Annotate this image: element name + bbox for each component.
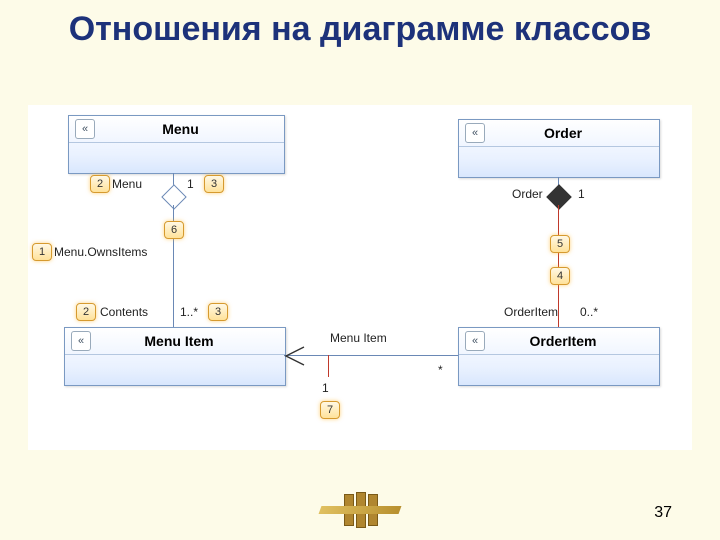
class-menu[interactable]: « Menu <box>68 115 285 174</box>
connector <box>558 205 559 327</box>
diagram-canvas: « Menu « Order « Menu Item « Orde <box>28 105 692 450</box>
role-label: Contents <box>100 305 148 319</box>
callout-6: 6 <box>164 221 184 239</box>
chevron-icon[interactable]: « <box>465 331 485 351</box>
class-menu-item[interactable]: « Menu Item <box>64 327 286 386</box>
callout-2b: 2 <box>76 303 96 321</box>
connector <box>328 355 329 377</box>
class-name: Menu Item <box>97 333 285 349</box>
page-number: 37 <box>654 504 672 522</box>
multiplicity-label: 1 <box>578 187 585 201</box>
class-order-item[interactable]: « OrderItem <box>458 327 660 386</box>
callout-5: 5 <box>550 235 570 253</box>
class-name: Order <box>491 125 659 141</box>
callout-3: 3 <box>204 175 224 193</box>
connector <box>284 355 458 356</box>
composition-diamond-icon <box>546 184 571 209</box>
callout-2: 2 <box>90 175 110 193</box>
class-name: OrderItem <box>491 333 659 349</box>
callout-3b: 3 <box>208 303 228 321</box>
class-order[interactable]: « Order <box>458 119 660 178</box>
chevron-icon[interactable]: « <box>75 119 95 139</box>
multiplicity-label: 1 <box>322 381 329 395</box>
multiplicity-label: 0..* <box>580 305 598 319</box>
callout-1: 1 <box>32 243 52 261</box>
multiplicity-label: 1 <box>187 177 194 191</box>
slide-title: Отношения на диаграмме классов <box>0 10 720 49</box>
role-label: Menu Item <box>330 331 387 345</box>
callout-7: 7 <box>320 401 340 419</box>
multiplicity-label: * <box>438 363 443 377</box>
chevron-icon[interactable]: « <box>71 331 91 351</box>
callout-4: 4 <box>550 267 570 285</box>
role-label: OrderItem <box>504 305 558 319</box>
role-label: Order <box>512 187 543 201</box>
role-label: Menu <box>112 177 142 191</box>
association-name: Menu.OwnsItems <box>54 245 147 259</box>
class-name: Menu <box>101 121 284 137</box>
multiplicity-label: 1..* <box>180 305 198 319</box>
aggregation-diamond-icon <box>161 184 186 209</box>
arrow-open-icon <box>284 345 306 367</box>
university-logo-icon <box>328 492 392 528</box>
chevron-icon[interactable]: « <box>465 123 485 143</box>
